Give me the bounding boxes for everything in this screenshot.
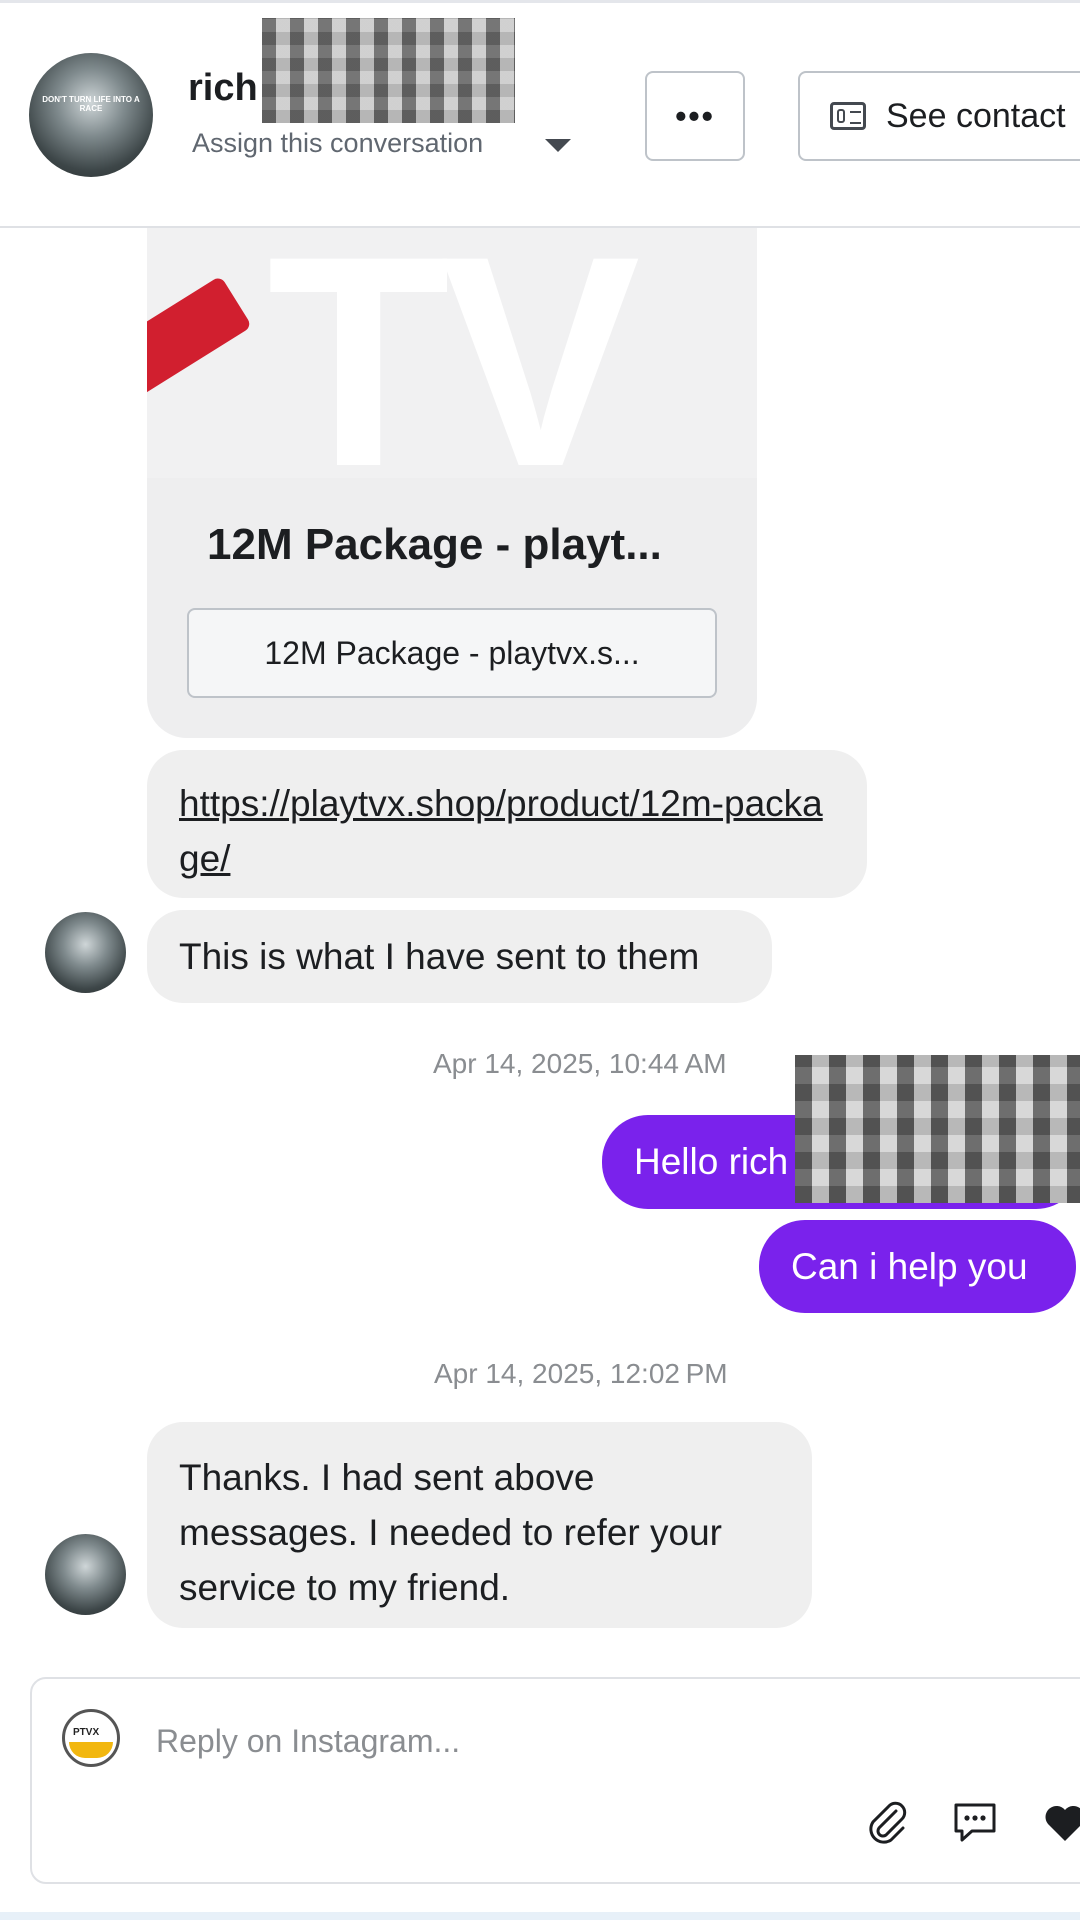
outgoing-message-text: Hello rich <box>634 1141 789 1182</box>
reply-composer[interactable]: PTVX Reply on Instagram... <box>30 1677 1080 1884</box>
chevron-down-icon[interactable] <box>545 139 571 152</box>
logo-letters: TV <box>267 228 640 478</box>
sender-avatar[interactable] <box>45 912 126 993</box>
page-logo: PTVX <box>62 1709 120 1767</box>
link-message: https://playtvx.shop/product/12m-package… <box>147 750 867 898</box>
see-contact-button[interactable]: See contact <box>798 71 1080 161</box>
product-image: TV <box>147 228 757 478</box>
see-contact-label: See contact <box>886 96 1066 135</box>
bottom-border <box>0 1912 1080 1920</box>
reply-input[interactable]: Reply on Instagram... <box>156 1723 460 1760</box>
more-options-button[interactable]: ••• <box>645 71 745 161</box>
logo-text: PTVX <box>73 1727 100 1738</box>
sender-avatar[interactable] <box>45 1534 126 1615</box>
logo-band <box>69 1742 113 1758</box>
contact-avatar[interactable]: DON'T TURN LIFE INTO A RACE <box>29 53 153 177</box>
redacted-text <box>795 1055 1080 1203</box>
attachment-icon[interactable] <box>862 1797 912 1847</box>
product-link-button[interactable]: 12M Package - playtvx.s... <box>187 608 717 698</box>
product-card[interactable]: TV 12M Package - playt... 12M Package - … <box>147 228 757 738</box>
logo-red-mark <box>147 275 253 401</box>
product-link[interactable]: https://playtvx.shop/product/12m-package… <box>179 783 823 879</box>
heart-icon[interactable] <box>1040 1797 1080 1847</box>
incoming-message: This is what I have sent to them <box>147 910 772 1003</box>
assign-conversation[interactable]: Assign this conversation <box>192 128 483 159</box>
contact-name[interactable]: rich <box>188 67 258 110</box>
timestamp: Apr 14, 2025, 10:44 AM <box>433 1048 727 1079</box>
avatar-caption: DON'T TURN LIFE INTO A RACE <box>42 95 140 113</box>
outgoing-message: Can i help you <box>759 1220 1076 1313</box>
incoming-message: Thanks. I had sent above messages. I nee… <box>147 1422 812 1628</box>
contact-card-icon <box>830 102 866 130</box>
outgoing-message-text: Can i help you <box>791 1245 1028 1287</box>
product-title: 12M Package - playt... <box>207 520 662 569</box>
saved-reply-icon[interactable] <box>950 1797 1000 1847</box>
conversation-header: DON'T TURN LIFE INTO A RACE rich Assign … <box>0 3 1080 228</box>
timestamp: Apr 14, 2025, 12:02 PM <box>434 1358 728 1389</box>
redacted-name <box>262 18 515 123</box>
